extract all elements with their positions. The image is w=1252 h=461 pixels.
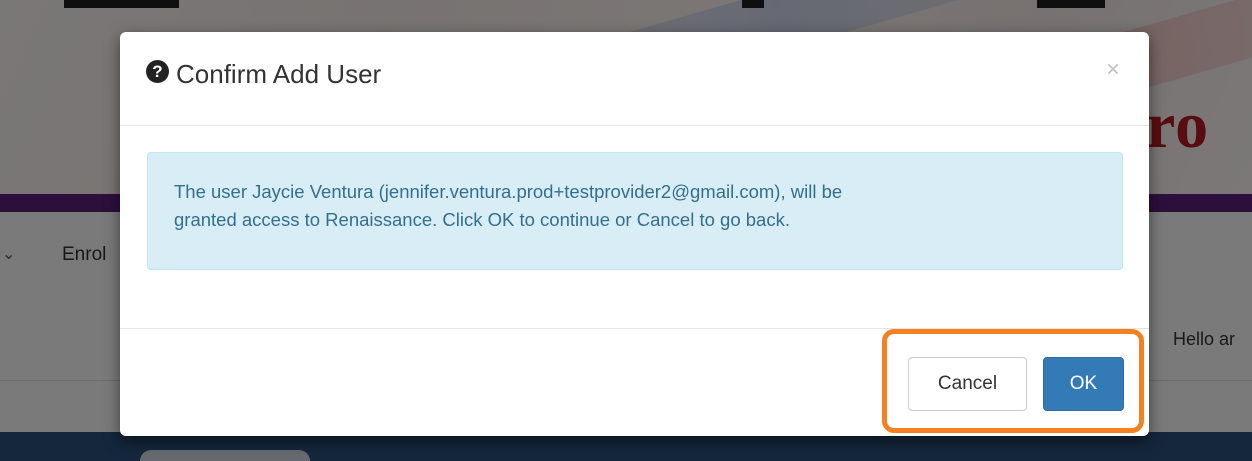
dialog-footer: Cancel OK — [120, 328, 1149, 436]
question-circle-icon: ? — [146, 60, 169, 83]
alert-message-line: The user Jaycie Ventura (jennifer.ventur… — [174, 181, 843, 202]
info-alert: The user Jaycie Ventura (jennifer.ventur… — [147, 152, 1123, 270]
cancel-button[interactable]: Cancel — [908, 357, 1027, 411]
confirm-add-user-dialog: ? Confirm Add User × The user Jaycie Ven… — [120, 32, 1149, 436]
close-button[interactable]: × — [1103, 58, 1123, 82]
screen: ro ⌄ Enrol Hello ar ? Confirm Add User ×… — [0, 0, 1252, 461]
ok-button[interactable]: OK — [1043, 357, 1124, 411]
dialog-title: Confirm Add User — [176, 59, 382, 89]
alert-message-line: granted access to Renaissance. Click OK … — [174, 209, 790, 230]
dialog-header: ? Confirm Add User × — [120, 32, 1149, 126]
